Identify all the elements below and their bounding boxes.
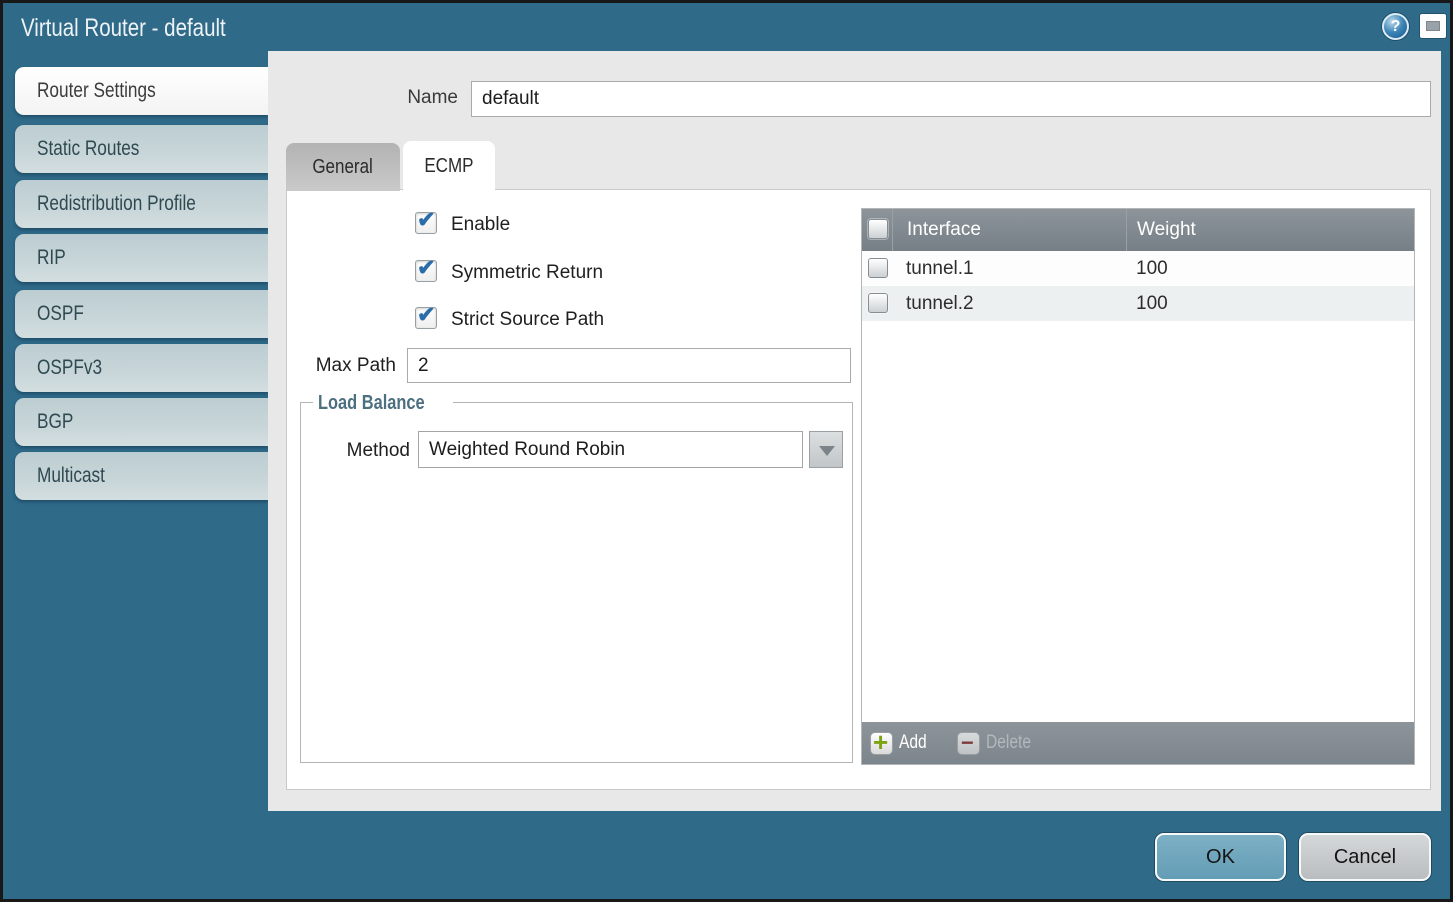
ok-button[interactable]: OK (1155, 833, 1286, 881)
enable-checkbox[interactable]: ✔ (415, 212, 437, 234)
check-icon: ✔ (417, 302, 435, 328)
dialog-title: Virtual Router - default (21, 14, 226, 43)
restore-window-icon[interactable] (1420, 14, 1446, 38)
help-icon[interactable]: ? (1382, 13, 1409, 40)
tab-ecmp[interactable]: ECMP (403, 141, 495, 191)
method-selected-value: Weighted Round Robin (429, 439, 625, 461)
strict-source-path-checkbox[interactable]: ✔ (415, 307, 437, 329)
cell-interface: tunnel.2 (892, 286, 1126, 321)
column-header-weight[interactable]: Weight (1126, 209, 1414, 251)
help-glyph: ? (1391, 18, 1401, 35)
cell-weight: 100 (1126, 251, 1414, 286)
row-checkbox[interactable] (868, 258, 888, 278)
method-dropdown-arrow-icon[interactable] (809, 431, 843, 468)
restore-window-glyph (1426, 21, 1440, 31)
max-path-input[interactable] (407, 348, 851, 383)
symmetric-return-checkbox[interactable]: ✔ (415, 260, 437, 282)
add-icon[interactable] (870, 732, 893, 755)
ecmp-interface-table: Interface Weight tunnel.1 100 tunnel.2 1… (861, 208, 1415, 765)
sidebar-item-ospfv3[interactable]: OSPFv3 (15, 344, 268, 392)
add-button[interactable]: Add (899, 732, 927, 754)
enable-label: Enable (451, 214, 510, 236)
select-all-checkbox[interactable] (868, 219, 888, 239)
row-checkbox-cell (862, 286, 892, 321)
delete-button[interactable]: Delete (986, 732, 1031, 754)
cell-interface: tunnel.1 (892, 251, 1126, 286)
table-header-row: Interface Weight (862, 209, 1414, 251)
sidebar-item-router-settings[interactable]: Router Settings (15, 67, 268, 115)
load-balance-legend: Load Balance (318, 392, 425, 415)
symmetric-return-label: Symmetric Return (451, 262, 603, 284)
sidebar-item-bgp[interactable]: BGP (15, 398, 268, 446)
name-input[interactable] (471, 81, 1431, 117)
sidebar-item-multicast[interactable]: Multicast (15, 452, 268, 500)
table-row[interactable]: tunnel.2 100 (862, 286, 1414, 321)
row-checkbox[interactable] (868, 293, 888, 313)
max-path-label: Max Path (283, 355, 396, 377)
sidebar-item-rip[interactable]: RIP (15, 234, 268, 282)
check-icon: ✔ (417, 207, 435, 233)
sidebar-item-static-routes[interactable]: Static Routes (15, 125, 268, 173)
sidebar-item-ospf[interactable]: OSPF (15, 290, 268, 338)
delete-icon[interactable] (957, 732, 980, 755)
header-checkbox-cell (862, 209, 892, 251)
method-select[interactable]: Weighted Round Robin (418, 431, 803, 468)
table-footer-toolbar: Add Delete (862, 722, 1414, 764)
virtual-router-dialog: Virtual Router - default ? Router Settin… (0, 0, 1453, 902)
check-icon: ✔ (417, 255, 435, 281)
table-row[interactable]: tunnel.1 100 (862, 251, 1414, 286)
column-header-interface[interactable]: Interface (892, 209, 1126, 251)
cancel-button[interactable]: Cancel (1299, 833, 1431, 881)
strict-source-path-label: Strict Source Path (451, 309, 604, 331)
tab-general[interactable]: General (286, 143, 400, 191)
sidebar-item-redistribution-profile[interactable]: Redistribution Profile (15, 180, 268, 228)
row-checkbox-cell (862, 251, 892, 286)
method-label: Method (323, 440, 410, 462)
cell-weight: 100 (1126, 286, 1414, 321)
name-label: Name (333, 87, 458, 109)
